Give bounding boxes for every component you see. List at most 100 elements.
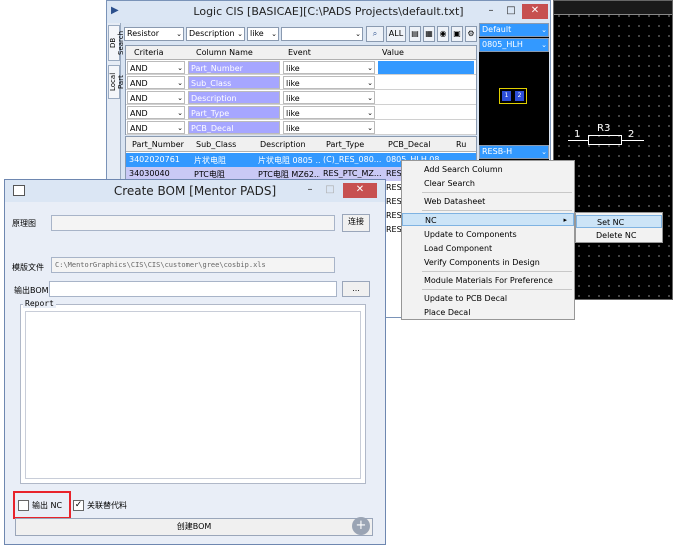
all-button[interactable]: ALL xyxy=(386,26,406,42)
criteria-text: AND xyxy=(130,64,148,73)
globe-icon[interactable]: ◉ xyxy=(437,26,449,42)
resistor-lead-right xyxy=(622,140,644,141)
cell-part-type: RES_PTC_MZ... xyxy=(323,169,382,178)
menu-item-verify-components[interactable]: Verify Components in Design xyxy=(402,256,574,269)
chevron-down-icon: ⌄ xyxy=(271,30,277,38)
operator-select[interactable]: like ⌄ xyxy=(247,27,279,41)
event-cell[interactable]: like ⌄ xyxy=(283,76,375,89)
browse-button[interactable]: ... xyxy=(342,281,370,297)
value-cell[interactable] xyxy=(378,76,474,89)
chevron-down-icon: ⌄ xyxy=(541,26,547,34)
minimize-button[interactable]: – xyxy=(301,183,319,198)
value-cell[interactable] xyxy=(378,61,474,74)
event-cell[interactable]: like ⌄ xyxy=(283,106,375,119)
resistor-symbol[interactable] xyxy=(588,135,622,145)
menu-item-delete-nc[interactable]: Delete NC xyxy=(576,229,662,242)
nc-submenu: Set NC Delete NC xyxy=(575,212,663,243)
close-button[interactable]: ✕ xyxy=(343,183,377,198)
criteria-cell[interactable]: AND ⌄ xyxy=(127,91,185,104)
output-nc-checkbox[interactable] xyxy=(18,500,29,511)
event-cell[interactable]: like ⌄ xyxy=(283,91,375,104)
tab-local-part[interactable]: Local Part xyxy=(108,65,125,99)
menu-item-nc-label: NC xyxy=(425,216,437,225)
menu-item-module-materials[interactable]: Module Materials For Preference xyxy=(402,274,574,287)
search-value-input[interactable]: ⌄ xyxy=(281,27,363,41)
criteria-cell[interactable]: AND ⌄ xyxy=(127,61,185,74)
menu-separator xyxy=(422,271,572,272)
criteria-row: AND ⌄ Part_Number like ⌄ xyxy=(126,60,476,75)
criteria-row: AND ⌄ PCB_Decal like ⌄ xyxy=(126,120,476,135)
column-name-cell[interactable]: Part_Type xyxy=(188,106,280,119)
results-header: Part_Number Sub_Class Description Part_T… xyxy=(126,137,476,152)
criteria-text: AND xyxy=(130,109,148,118)
menu-item-clear-search[interactable]: Clear Search xyxy=(402,177,574,190)
library-select[interactable]: Resistor ⌄ xyxy=(124,27,184,41)
event-cell[interactable]: like ⌄ xyxy=(283,121,375,134)
template-label: 模版文件 xyxy=(12,263,44,272)
decal-select[interactable]: 0805_HLH ⌄ xyxy=(479,38,549,52)
column-name-cell[interactable]: Sub_Class xyxy=(188,76,280,89)
menu-item-place-decal[interactable]: Place Decal xyxy=(402,306,574,319)
column-name-cell[interactable]: Part_Number xyxy=(188,61,280,74)
schematic-field[interactable] xyxy=(51,215,335,231)
output-bom-field[interactable] xyxy=(49,281,337,297)
menu-item-update-to-pcb-decal[interactable]: Update to PCB Decal xyxy=(402,292,574,305)
view-select-value: Default xyxy=(482,25,512,34)
zoom-in-icon[interactable]: + xyxy=(352,517,370,535)
link-alt-checkbox[interactable]: ✓ xyxy=(73,500,84,511)
menu-separator xyxy=(422,210,572,211)
chevron-down-icon: ⌄ xyxy=(367,64,373,72)
pad-2: 2 xyxy=(515,91,524,101)
maximize-button[interactable]: □ xyxy=(502,4,520,19)
view-select[interactable]: Default ⌄ xyxy=(479,23,549,37)
header-part-number: Part_Number xyxy=(132,140,184,149)
event-cell[interactable]: like ⌄ xyxy=(283,61,375,74)
tab-db-search[interactable]: DB Search xyxy=(108,25,125,61)
cell-description: 片状电阻 0805 ... xyxy=(258,156,320,165)
menu-separator xyxy=(422,192,572,193)
table-icon[interactable]: ▦ xyxy=(423,26,435,42)
copy-icon[interactable]: ▤ xyxy=(409,26,421,42)
create-bom-button[interactable]: 创建BOM xyxy=(15,518,373,536)
value-cell[interactable] xyxy=(378,121,474,134)
chevron-down-icon: ⌄ xyxy=(355,30,361,38)
menu-item-web-datasheet[interactable]: Web Datasheet xyxy=(402,195,574,208)
criteria-cell[interactable]: AND ⌄ xyxy=(127,76,185,89)
criteria-text: AND xyxy=(130,94,148,103)
chevron-right-icon: ▸ xyxy=(563,216,567,224)
cell-sub-class: 片状电阻 xyxy=(194,156,226,165)
maximize-button[interactable]: □ xyxy=(321,183,339,198)
field-select[interactable]: Description ⌄ xyxy=(186,27,245,41)
menu-item-add-search-column[interactable]: Add Search Column xyxy=(402,163,574,176)
criteria-cell[interactable]: AND ⌄ xyxy=(127,121,185,134)
output-bom-label: 输出BOM xyxy=(14,286,49,295)
resistor-lead-left xyxy=(568,140,588,141)
menu-item-update-to-components[interactable]: Update to Components xyxy=(402,228,574,241)
value-cell[interactable] xyxy=(378,91,474,104)
decal-variant-select[interactable]: RESB-H ⌄ xyxy=(479,145,549,159)
chevron-down-icon: ⌄ xyxy=(177,79,183,87)
menu-item-nc[interactable]: NC ▸ xyxy=(402,213,574,226)
connect-button[interactable]: 连接 xyxy=(342,214,370,232)
column-name-cell[interactable]: Description xyxy=(188,91,280,104)
menu-item-set-nc[interactable]: Set NC xyxy=(576,215,662,228)
schematic-title-strip xyxy=(554,1,672,15)
column-name-cell[interactable]: PCB_Decal xyxy=(188,121,280,134)
value-cell[interactable] xyxy=(378,106,474,119)
cell-part-type: (C)_RES_080... xyxy=(323,155,382,164)
minimize-button[interactable]: – xyxy=(482,4,500,19)
criteria-cell[interactable]: AND ⌄ xyxy=(127,106,185,119)
menu-item-load-component[interactable]: Load Component xyxy=(402,242,574,255)
chevron-down-icon: ⌄ xyxy=(367,124,373,132)
report-text-area[interactable] xyxy=(25,311,361,479)
event-text: like xyxy=(286,79,300,88)
decal-select-value: 0805_HLH xyxy=(482,40,523,49)
search-button[interactable]: ⌕ xyxy=(366,26,384,42)
close-button[interactable]: ✕ xyxy=(522,4,548,19)
settings-icon[interactable]: ⚙ xyxy=(465,26,477,42)
template-field[interactable]: C:\MentorGraphics\CIS\CIS\customer\gree\… xyxy=(51,257,335,273)
database-icon[interactable]: ▣ xyxy=(451,26,463,42)
criteria-row: AND ⌄ Description like ⌄ xyxy=(126,90,476,105)
chevron-down-icon: ⌄ xyxy=(367,79,373,87)
chevron-down-icon: ⌄ xyxy=(237,30,243,38)
